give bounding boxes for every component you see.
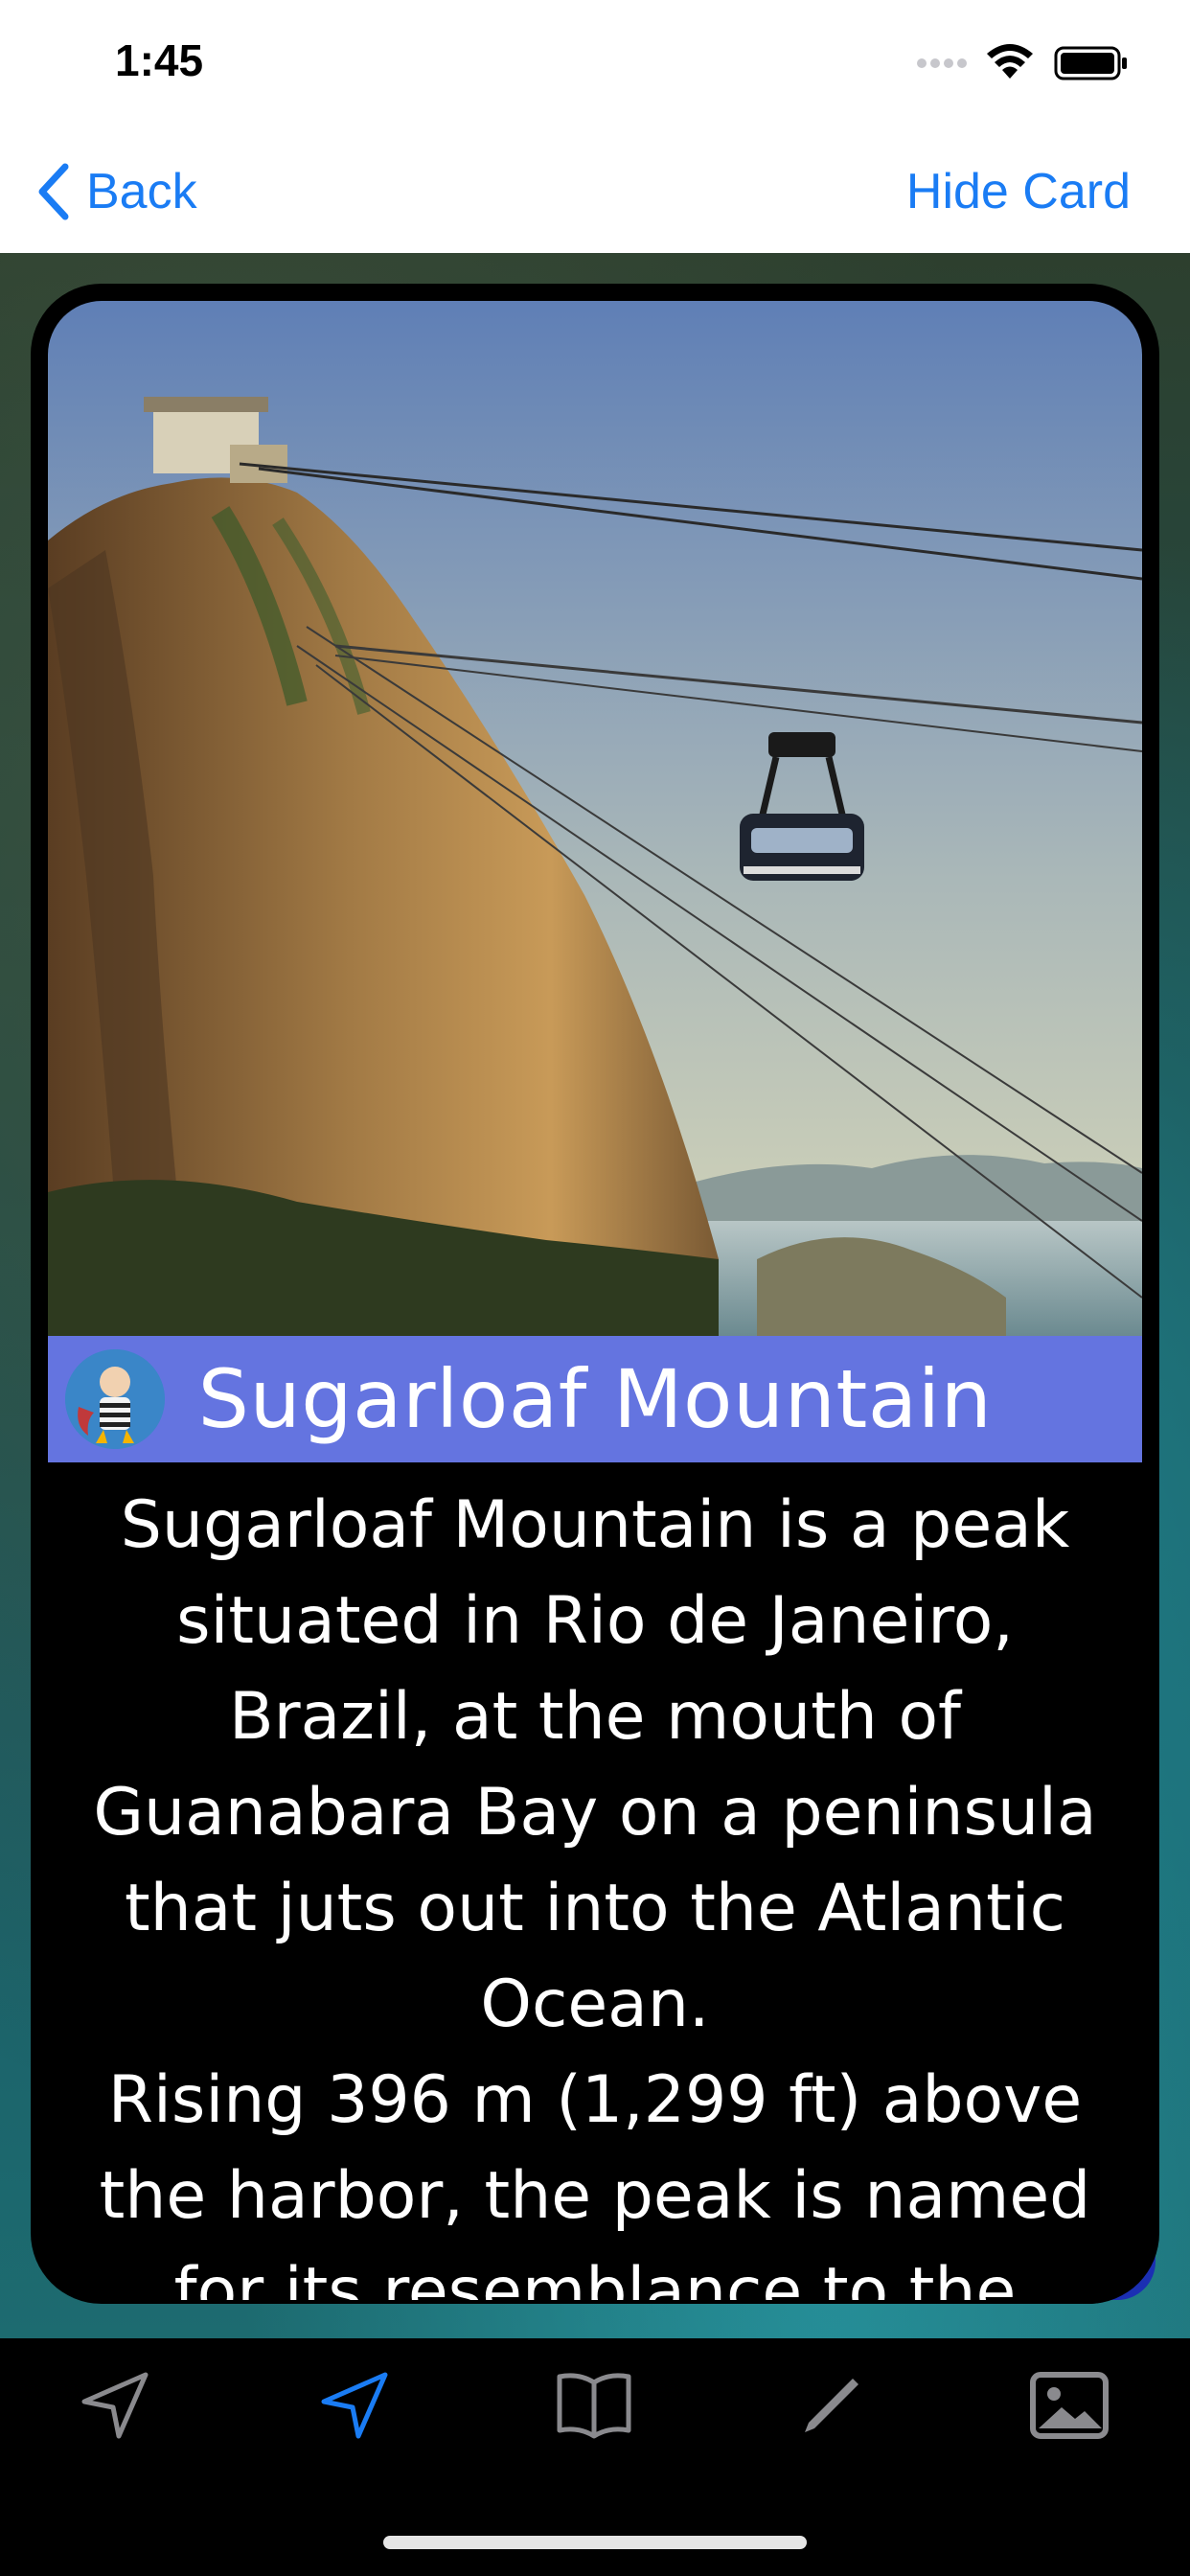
card-description: Sugarloaf Mountain is a peak situated in…: [69, 1462, 1121, 2300]
pencil-icon: [805, 2379, 858, 2432]
description-paragraph: Rising 396 m (1,299 ft) above the harbor…: [99, 2062, 1091, 2300]
card-title: Sugarloaf Mountain: [197, 1352, 993, 1446]
location-arrow-icon: [81, 2372, 149, 2439]
status-bar: 1:45: [0, 0, 1190, 134]
guide-avatar: [65, 1349, 165, 1449]
photo-icon: [1030, 2372, 1109, 2439]
status-time: 1:45: [115, 35, 204, 85]
battery-icon: [1054, 46, 1129, 85]
tab-photos[interactable]: [1021, 2358, 1117, 2453]
home-indicator: [383, 2536, 807, 2549]
back-button[interactable]: Back: [34, 157, 197, 226]
card-title-bar: Sugarloaf Mountain: [48, 1336, 1142, 1462]
place-card: Sugarloaf Mountain Sugarloaf Mountain is…: [34, 288, 1156, 2300]
place-photo: [48, 301, 1142, 1336]
chevron-left-icon: [38, 163, 69, 220]
description-paragraph: Sugarloaf Mountain is a peak situated in…: [93, 1487, 1097, 2042]
tab-notes[interactable]: [784, 2358, 880, 2453]
navigation-bar: Back Hide Card: [0, 134, 1190, 253]
hide-card-button[interactable]: Hide Card: [906, 157, 1131, 226]
tab-navigate[interactable]: [67, 2358, 163, 2453]
location-arrow-icon: [321, 2372, 388, 2439]
tab-guide[interactable]: [546, 2358, 642, 2453]
cellular-signal-icon: [916, 56, 970, 76]
tab-navigate-active[interactable]: [307, 2358, 402, 2453]
wifi-icon: [985, 42, 1035, 85]
back-label: Back: [86, 164, 197, 219]
book-icon: [557, 2373, 631, 2439]
